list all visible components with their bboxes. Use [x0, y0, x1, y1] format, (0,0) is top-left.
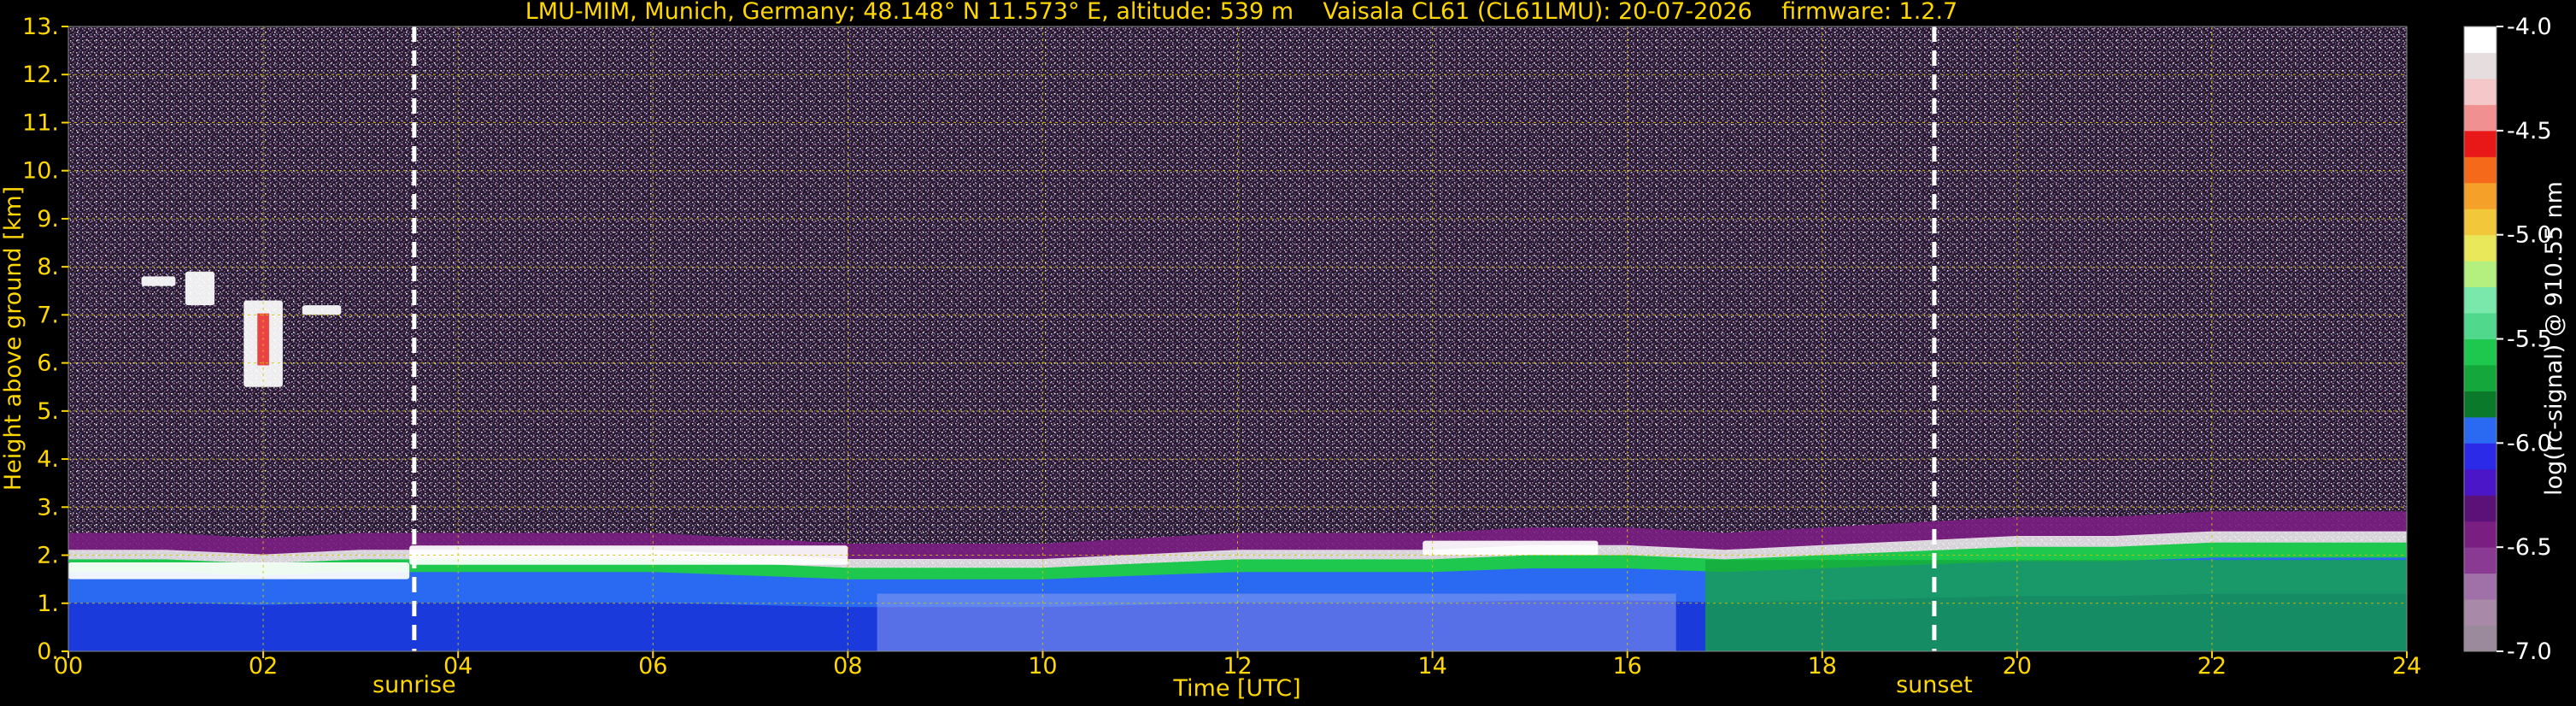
y-tick-label: 10. — [22, 158, 59, 185]
y-tick-label: 11. — [22, 109, 59, 136]
colorbar-segment — [2464, 338, 2497, 366]
colorbar-label: log(rc-signal) @ 910.55 nm — [2541, 181, 2567, 496]
cloud-patch — [1423, 540, 1599, 556]
y-tick-label: 8. — [37, 254, 59, 280]
colorbar: -7.0-6.5-6.0-5.5-5.0-4.5-4.0 — [2463, 14, 2552, 665]
colorbar-segment — [2464, 104, 2497, 132]
x-tick-label: 16 — [1612, 653, 1641, 680]
x-tick-label: 22 — [2198, 653, 2227, 680]
marker-label: sunrise — [373, 672, 456, 698]
y-tick-label: 4. — [37, 446, 59, 473]
x-tick-label: 14 — [1417, 653, 1446, 680]
x-axis-label: Time [UTC] — [1172, 675, 1300, 702]
colorbar-segment — [2464, 26, 2497, 53]
colorbar-segment — [2464, 286, 2497, 314]
colorbar-segment — [2464, 52, 2497, 79]
y-tick-label: 9. — [37, 206, 59, 232]
colorbar-tick-label: -7.0 — [2507, 638, 2552, 665]
colorbar-segment — [2464, 468, 2497, 496]
cloud-patch — [68, 562, 410, 580]
colorbar-segment — [2464, 234, 2497, 262]
colorbar-segment — [2464, 625, 2497, 652]
colorbar-segment — [2464, 182, 2497, 209]
colorbar-segment — [2464, 261, 2497, 288]
y-tick-label: 7. — [37, 302, 59, 328]
colorbar-segment — [2464, 130, 2497, 157]
x-tick-label: 00 — [54, 653, 83, 680]
colorbar-tick-label: -6.5 — [2507, 534, 2552, 561]
colorbar-tick-label: -4.5 — [2507, 118, 2552, 144]
y-tick-label: 3. — [37, 494, 59, 521]
colorbar-segment — [2464, 547, 2497, 574]
midday-light-region — [877, 593, 1676, 651]
colorbar-segment — [2464, 364, 2497, 391]
colorbar-segment — [2464, 599, 2497, 627]
colorbar-segment — [2464, 313, 2497, 339]
lidar-figure: LMU-MIM, Munich, Germany; 48.148° N 11.5… — [0, 0, 2567, 702]
marker-label: sunset — [1896, 672, 1973, 698]
colorbar-segment — [2464, 416, 2497, 444]
x-tick-label: 18 — [1808, 653, 1837, 680]
cloud-patch — [185, 271, 215, 306]
x-tick-label: 02 — [249, 653, 278, 680]
colorbar-segment — [2464, 391, 2497, 418]
colorbar-segment — [2464, 78, 2497, 105]
x-tick-label: 08 — [833, 653, 862, 680]
colorbar-segment — [2464, 156, 2497, 184]
x-tick-label: 06 — [638, 653, 667, 680]
y-tick-label: 13. — [22, 14, 59, 40]
colorbar-segment — [2464, 573, 2497, 600]
y-tick-label: 5. — [37, 398, 59, 425]
chart-title: LMU-MIM, Munich, Germany; 48.148° N 11.5… — [525, 0, 1958, 25]
x-tick-label: 24 — [2392, 653, 2421, 680]
y-axis-label: Height above ground [km] — [0, 186, 26, 491]
y-tick-label: 6. — [37, 350, 59, 377]
colorbar-segment — [2464, 443, 2497, 470]
plot-area — [67, 26, 2408, 652]
cloud-patch — [302, 305, 342, 315]
afternoon-green-region — [1705, 560, 2407, 651]
y-axis-ticks: 0.1.2.3.4.5.6.7.8.9.10.11.12.13. — [22, 14, 68, 665]
colorbar-tick-label: -4.0 — [2507, 14, 2552, 40]
y-tick-label: 12. — [22, 62, 59, 88]
colorbar-segment — [2464, 495, 2497, 522]
colorbar-segment — [2464, 209, 2497, 236]
colorbar-segment — [2464, 521, 2497, 548]
cloud-patch — [141, 276, 176, 286]
x-tick-label: 20 — [2003, 653, 2032, 680]
y-tick-label: 2. — [37, 543, 59, 569]
y-tick-label: 1. — [37, 591, 59, 617]
x-tick-label: 10 — [1028, 653, 1057, 680]
